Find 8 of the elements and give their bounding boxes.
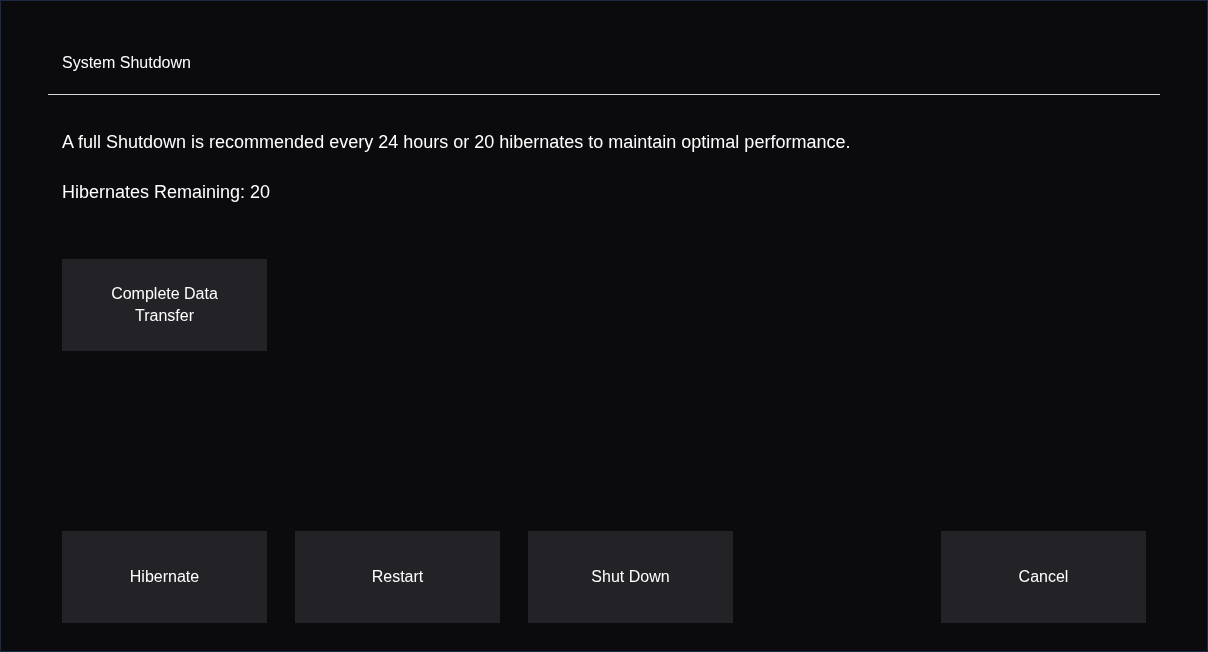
message-text: A full Shutdown is recommended every 24 hours or 20 hibernates to maintain optimal performance. — [62, 131, 852, 154]
data-transfer-button[interactable]: Complete Data Transfer — [62, 259, 267, 351]
cancel-button[interactable]: Cancel — [941, 531, 1146, 623]
dialog-button[interactable]: Hibernate — [62, 531, 267, 623]
dialog-title: System Shutdown — [62, 54, 191, 71]
hibernates-remaining-text: Hibernates Remaining: 20 — [62, 181, 272, 204]
dialog-button[interactable]: Restart — [295, 531, 500, 623]
dialog-button[interactable]: Shut Down — [528, 531, 733, 623]
